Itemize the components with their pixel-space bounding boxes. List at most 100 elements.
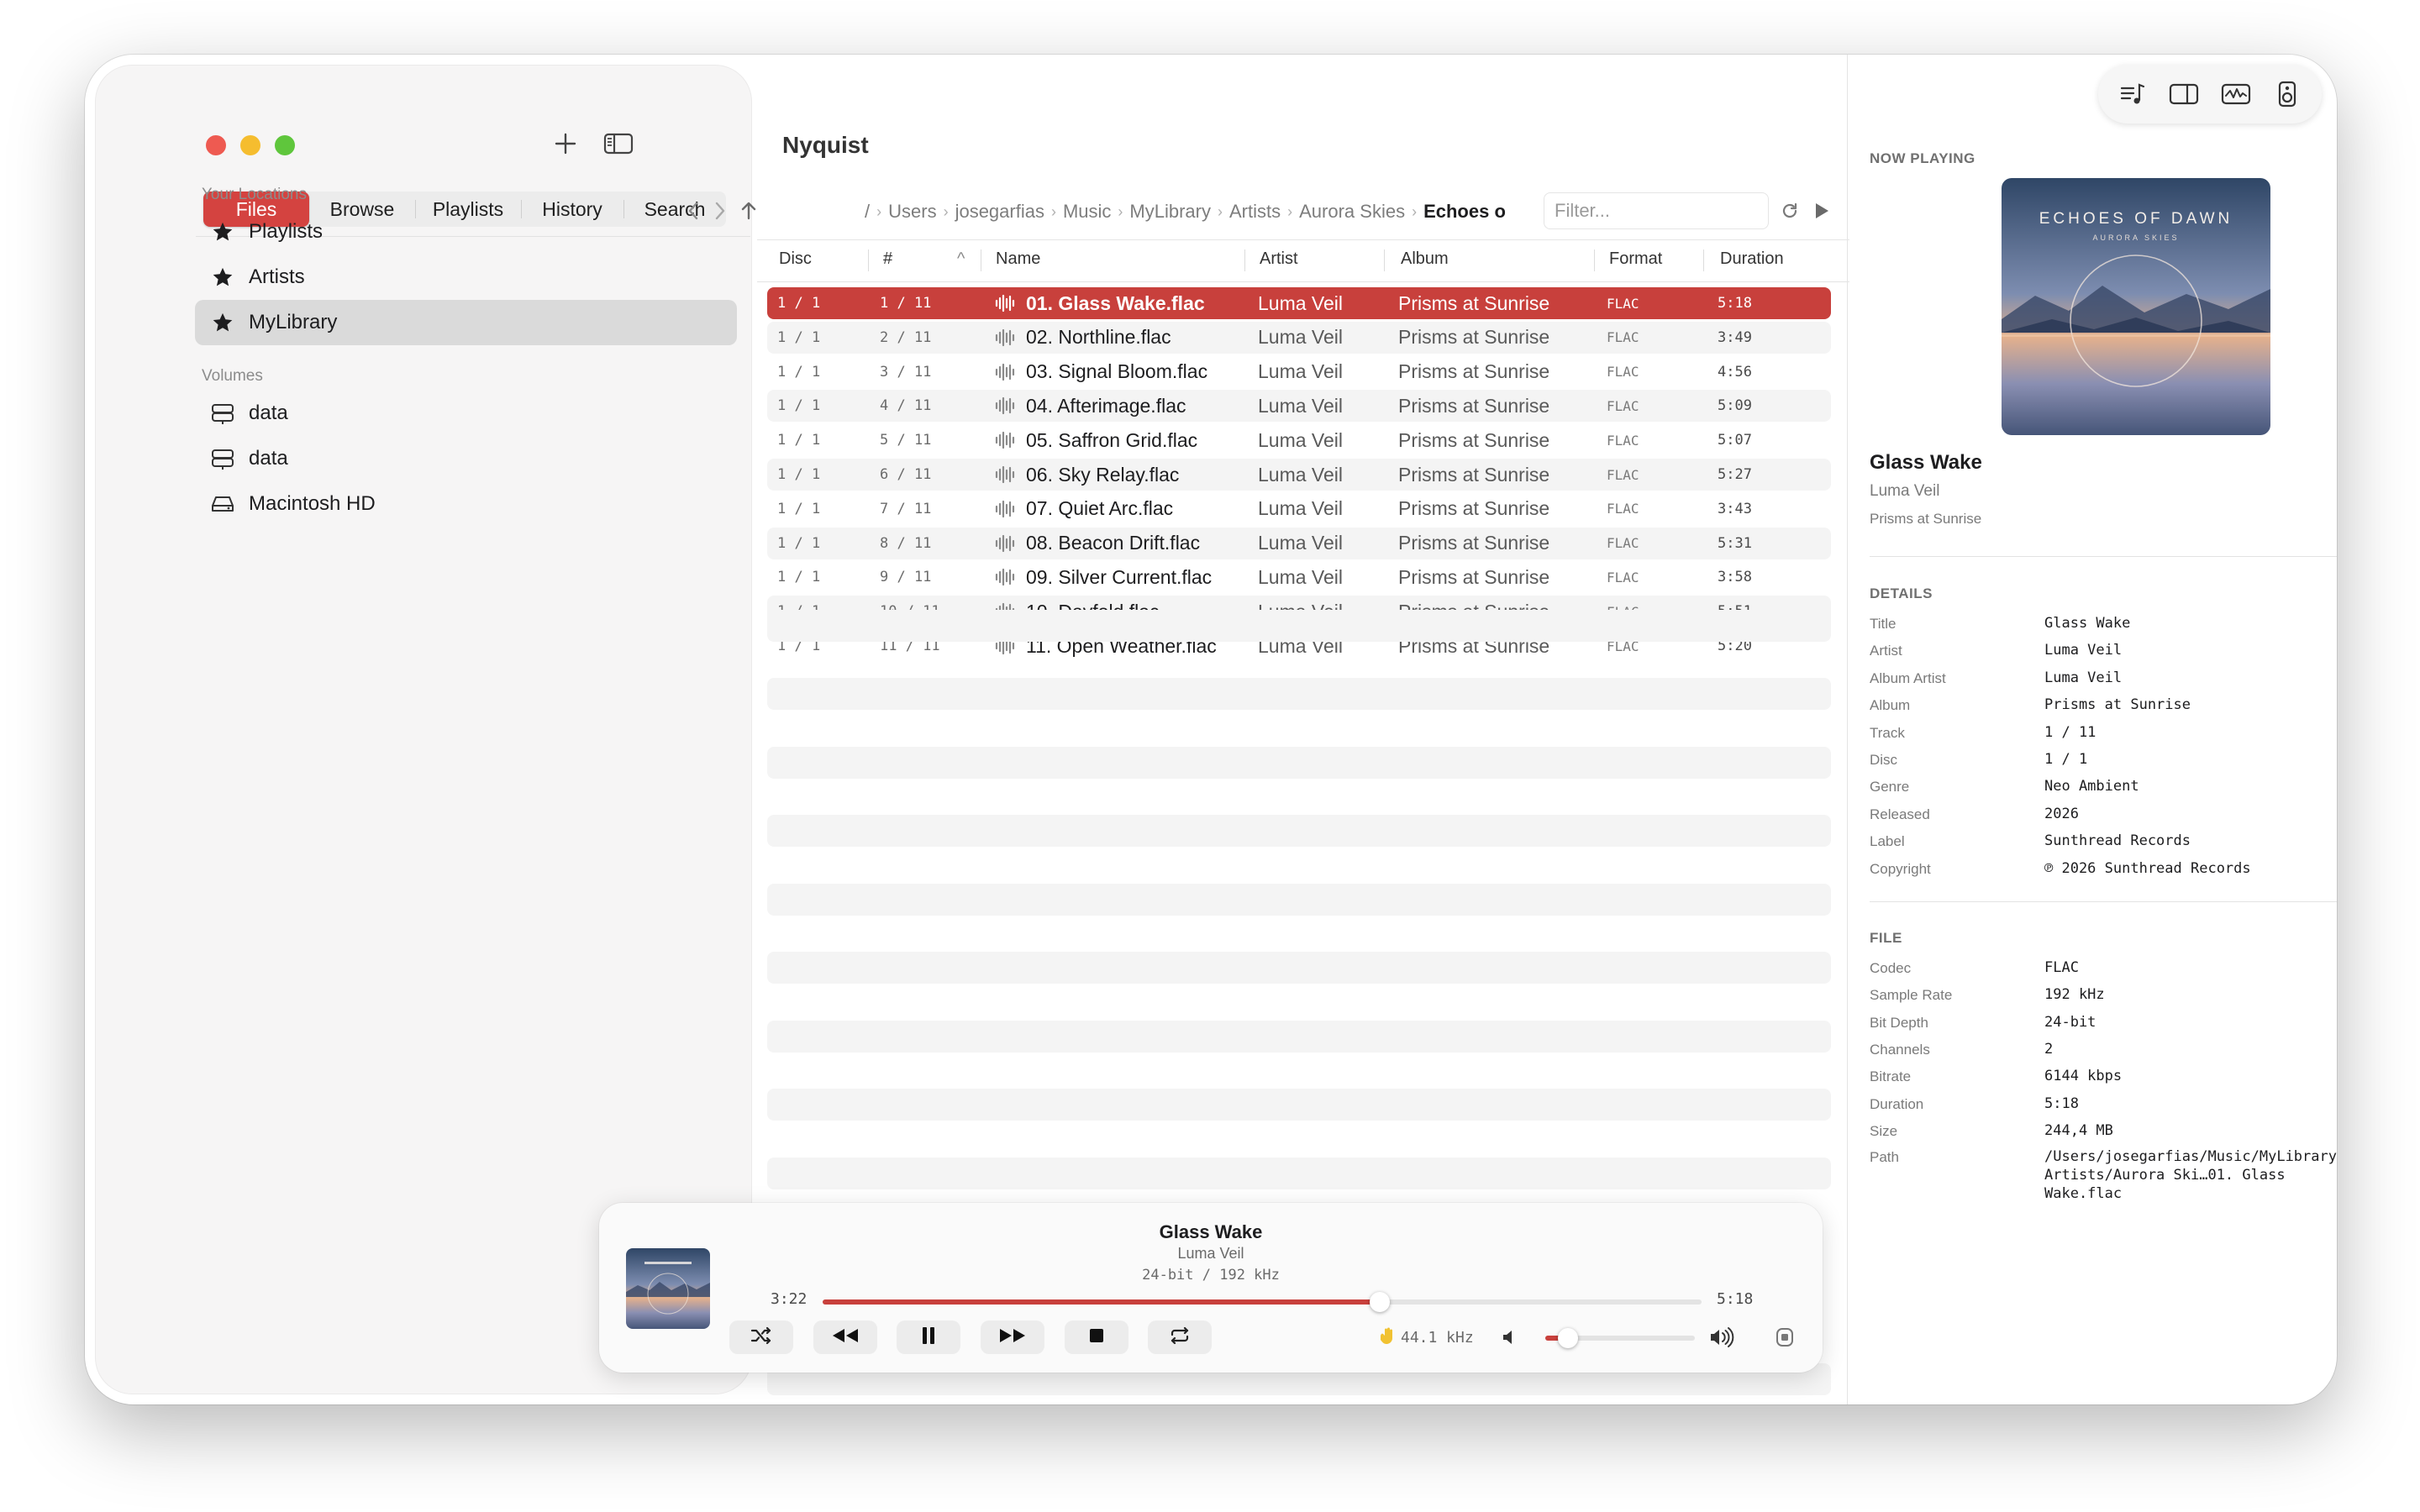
table-row[interactable]: 1 / 1 4 / 11 04. Afterimage.flac Luma Veil P…: [767, 390, 1831, 423]
progress-slider[interactable]: [823, 1292, 1702, 1312]
column-header-format[interactable]: Format: [1609, 249, 1662, 269]
column-divider: [868, 249, 869, 271]
detail-key: Sample Rate: [1870, 987, 1953, 1004]
forward-icon[interactable]: [710, 199, 730, 223]
column-header-track-number[interactable]: #: [883, 249, 892, 269]
cell-artist: Luma Veil: [1258, 497, 1344, 520]
sort-ascending-icon[interactable]: ^: [957, 249, 965, 269]
cell-album: Prisms at Sunrise: [1398, 463, 1550, 486]
table-row[interactable]: 1 / 1 6 / 11 06. Sky Relay.flac Luma Veil Pr…: [767, 459, 1831, 491]
star-icon: [208, 265, 237, 289]
cell-disc: 1 / 1: [777, 432, 821, 449]
breadcrumb-root[interactable]: /: [865, 201, 870, 223]
next-button[interactable]: [981, 1320, 1044, 1354]
repeat-button[interactable]: [1148, 1320, 1212, 1354]
table-row[interactable]: 1 / 1 9 / 11 09. Silver Current.flac Luma V…: [767, 561, 1831, 593]
table-row[interactable]: 1 / 1 8 / 11 08. Beacon Drift.flac Luma Vei…: [767, 527, 1831, 559]
queue-icon[interactable]: [2114, 76, 2151, 113]
cell-album: Prisms at Sunrise: [1398, 394, 1550, 417]
breadcrumb-current[interactable]: Echoes o: [1423, 201, 1506, 223]
column-header-name[interactable]: Name: [996, 249, 1040, 269]
breadcrumb: / › Users › josegarfias › Music › MyLibr…: [865, 199, 1530, 224]
column-header-artist[interactable]: Artist: [1260, 249, 1298, 269]
previous-icon: [831, 1327, 860, 1348]
table-row-selected[interactable]: 1 / 1 1 / 11 01. Glass Wake.flac Luma Veil P…: [767, 287, 1831, 319]
output-sample-rate: 44.1 kHz: [1377, 1326, 1474, 1349]
add-icon[interactable]: [547, 125, 584, 162]
cell-duration: 5:18: [1718, 295, 1752, 312]
cell-format: FLAC: [1607, 569, 1639, 585]
sidebar-item-volume-data-2[interactable]: data: [195, 436, 737, 481]
chevron-right-icon: ›: [1287, 202, 1293, 220]
volume-max-icon[interactable]: [1708, 1326, 1737, 1353]
detail-key: Title: [1870, 616, 1897, 632]
breadcrumb-item[interactable]: MyLibrary: [1129, 201, 1211, 223]
breadcrumb-item[interactable]: Music: [1063, 201, 1111, 223]
detail-value: Luma Veil: [2044, 669, 2123, 686]
table-row[interactable]: 1 / 1 5 / 11 05. Saffron Grid.flac Luma Vei…: [767, 424, 1831, 456]
header-divider: [757, 281, 1849, 282]
cell-name: 06. Sky Relay.flac: [1026, 463, 1180, 486]
progress-knob[interactable]: [1370, 1292, 1391, 1312]
cell-artist: Luma Veil: [1258, 565, 1344, 588]
sidebar-item-label: Playlists: [249, 220, 324, 243]
detail-key: Duration: [1870, 1095, 1924, 1112]
column-header-album[interactable]: Album: [1401, 249, 1449, 269]
cell-artist: Luma Veil: [1258, 291, 1344, 314]
sidebar-item-mylibrary[interactable]: MyLibrary: [195, 300, 737, 345]
filter-input[interactable]: [1544, 192, 1769, 229]
sidebar-item-volume-macintosh-hd[interactable]: Macintosh HD: [195, 481, 737, 527]
back-icon[interactable]: [683, 199, 703, 223]
minimize-window-button[interactable]: [240, 135, 260, 155]
refresh-icon[interactable]: [1777, 199, 1802, 223]
close-window-button[interactable]: [206, 135, 226, 155]
play-folder-icon[interactable]: [1811, 199, 1833, 223]
elapsed-time: 3:22: [771, 1290, 808, 1308]
cell-format: FLAC: [1607, 397, 1639, 414]
pause-icon: [921, 1326, 936, 1349]
column-header-disc[interactable]: Disc: [779, 249, 812, 269]
sidebar-item-label: Artists: [249, 265, 305, 288]
volume-mute-icon[interactable]: [1501, 1327, 1521, 1352]
up-directory-icon[interactable]: [737, 199, 760, 223]
previous-button[interactable]: [813, 1320, 877, 1354]
table-row[interactable]: 1 / 1 2 / 11 02. Northline.flac Luma Veil Pr…: [767, 321, 1831, 354]
output-sample-rate-value: 44.1 kHz: [1401, 1329, 1474, 1347]
cell-disc: 1 / 1: [777, 500, 821, 517]
table-row[interactable]: 1 / 1 3 / 11 03. Signal Bloom.flac Luma Vei…: [767, 356, 1831, 388]
speaker-icon[interactable]: [2269, 76, 2306, 113]
sidebar-item-playlists[interactable]: Playlists: [195, 209, 737, 255]
breadcrumb-item[interactable]: Users: [888, 201, 936, 223]
volume-slider[interactable]: [1545, 1328, 1695, 1348]
stop-button[interactable]: [1065, 1320, 1128, 1354]
visualizer-icon[interactable]: [2217, 76, 2254, 113]
cell-duration: 3:43: [1718, 500, 1752, 517]
sidebar-item-label: MyLibrary: [249, 311, 338, 333]
breadcrumb-item[interactable]: Aurora Skies: [1299, 201, 1405, 223]
toggle-inspector-icon[interactable]: [2165, 76, 2202, 113]
volume-knob[interactable]: [1557, 1328, 1578, 1348]
player-format: 24-bit / 192 kHz: [1142, 1267, 1280, 1284]
empty-row: [767, 610, 1831, 642]
sidebar-item-label: data: [249, 402, 288, 424]
breadcrumb-item[interactable]: Artists: [1229, 201, 1281, 223]
progress-fill: [823, 1299, 1381, 1305]
pause-button[interactable]: [897, 1320, 960, 1354]
output-device-icon[interactable]: [1776, 1327, 1794, 1352]
shuffle-button[interactable]: [729, 1320, 793, 1354]
column-header-duration[interactable]: Duration: [1720, 249, 1784, 269]
table-row[interactable]: 1 / 1 7 / 11 07. Quiet Arc.flac Luma Veil Pr…: [767, 493, 1831, 525]
cell-track-number: 4 / 11: [880, 397, 932, 415]
cell-name: 04. Afterimage.flac: [1026, 394, 1186, 417]
zoom-window-button[interactable]: [275, 135, 295, 155]
cell-format: FLAC: [1607, 466, 1639, 483]
cell-album: Prisms at Sunrise: [1398, 497, 1550, 520]
sidebar-item-volume-data-1[interactable]: data: [195, 391, 737, 436]
empty-row: [767, 747, 1831, 779]
sidebar-item-artists[interactable]: Artists: [195, 255, 737, 300]
toggle-sidebar-icon[interactable]: [600, 125, 637, 162]
breadcrumb-item[interactable]: josegarfias: [955, 201, 1044, 223]
column-divider: [1703, 249, 1704, 271]
detail-value: Sunthread Records: [2044, 832, 2191, 850]
cell-track-number: 3 / 11: [880, 363, 932, 381]
